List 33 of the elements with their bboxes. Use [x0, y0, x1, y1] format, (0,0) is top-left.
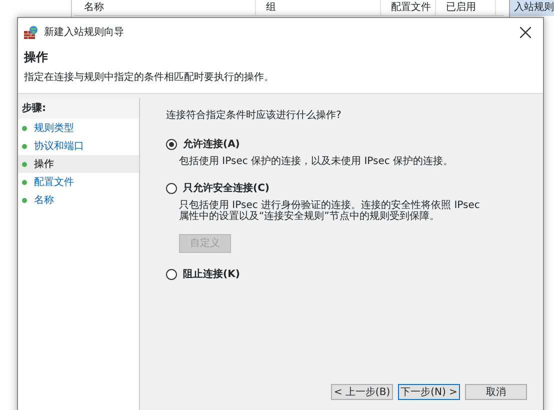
wizard-button[interactable]: 取消 [465, 384, 527, 400]
status-dot-icon [22, 126, 27, 131]
option-label[interactable]: 只允许安全连接(C) [183, 181, 270, 196]
option-label[interactable]: 阻止连接(K) [183, 267, 240, 282]
radio-button[interactable] [166, 139, 177, 150]
actions-title: 入站规则 [510, 0, 554, 16]
column-header[interactable]: 组 [256, 0, 381, 15]
step-item[interactable]: 操作 [18, 155, 139, 174]
status-dot-icon [22, 180, 27, 185]
wizard-button[interactable]: 下一步(N) > [398, 384, 460, 400]
option-label[interactable]: 允许连接(A) [183, 137, 240, 152]
column-header[interactable]: 配置文件 [381, 0, 436, 15]
steps-label: 步骤: [18, 98, 139, 120]
step-item[interactable]: 协议和端口 [18, 137, 139, 156]
status-dot-icon [22, 162, 27, 167]
step-item[interactable]: 规则类型 [18, 119, 139, 138]
window-title: 新建入站规则向导 [44, 26, 125, 40]
status-dot-icon [22, 144, 27, 149]
page-subtitle: 指定在连接与规则中指定的条件相匹配时要执行的操作。 [24, 70, 275, 86]
wizard-button[interactable]: < 上一步(B) [331, 384, 393, 400]
page-heading: 操作 [24, 50, 49, 64]
option-description: 只包括使用 IPsec 进行身份验证的连接。连接的安全性将依照 IPsec 属性中的设置以及“连接安全规则”节点中的规则受到保障。 [179, 200, 481, 222]
firewall-icon [24, 26, 38, 38]
radio-button[interactable] [166, 269, 177, 280]
column-header[interactable]: 已启用 [436, 0, 496, 15]
close-icon[interactable] [520, 26, 531, 38]
question-text: 连接符合指定条件时应该进行什么操作? [166, 108, 342, 124]
step-item[interactable]: 名称 [18, 191, 139, 210]
radio-button[interactable] [166, 183, 177, 194]
step-item[interactable]: 配置文件 [18, 173, 139, 192]
option-description: 包括使用 IPsec 保护的连接，以及未使用 IPsec 保护的连接。 [179, 156, 454, 168]
status-dot-icon [22, 198, 27, 203]
column-header[interactable]: 名称 [74, 0, 256, 15]
